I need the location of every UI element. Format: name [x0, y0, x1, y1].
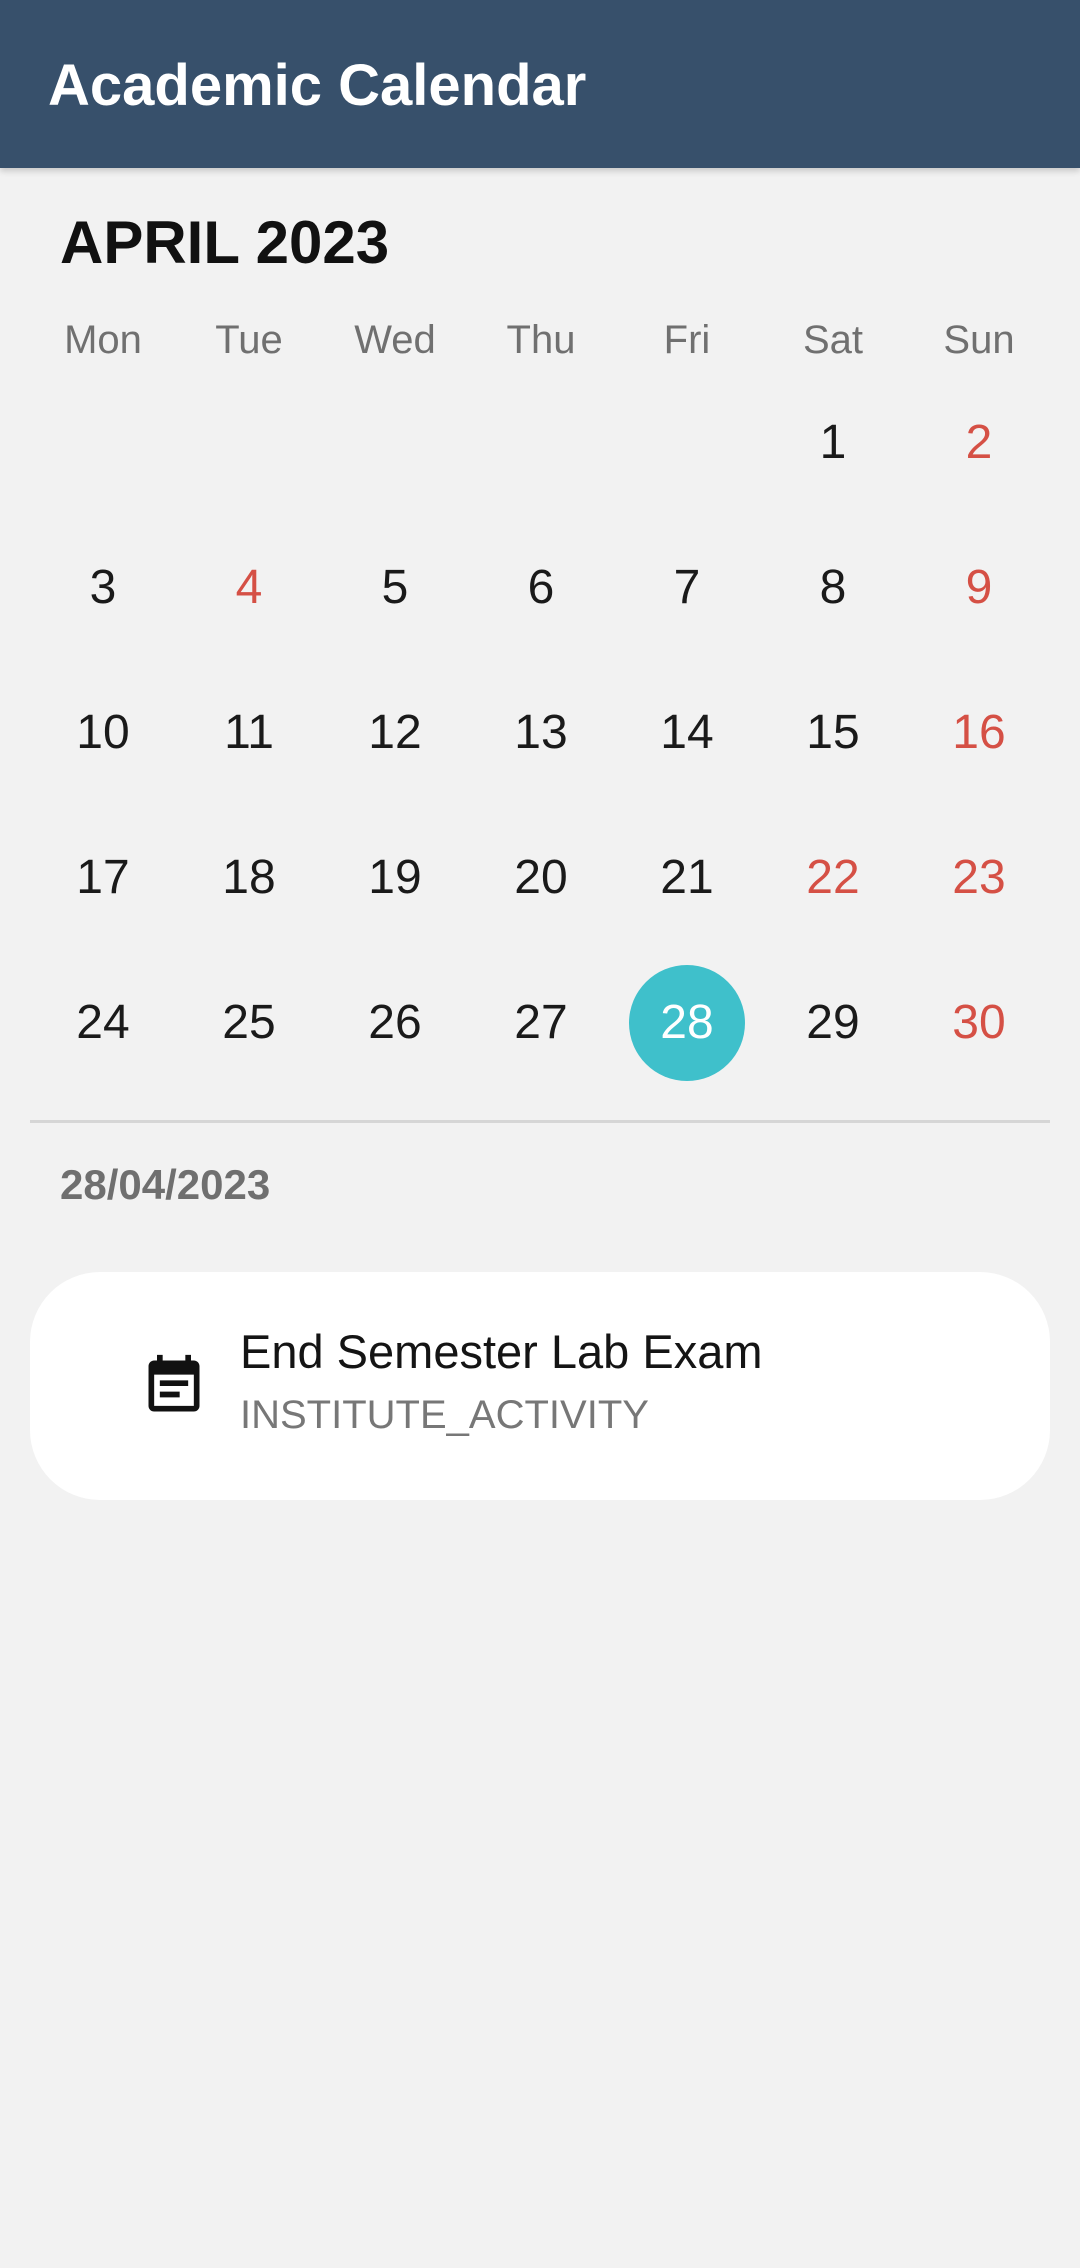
empty-day-cell	[322, 370, 468, 515]
day-number[interactable]: 1	[775, 385, 891, 501]
day-number[interactable]: 26	[337, 965, 453, 1081]
day-cell[interactable]: 13	[468, 660, 614, 805]
day-cell[interactable]: 7	[614, 515, 760, 660]
day-number[interactable]: 30	[921, 965, 1037, 1081]
day-number[interactable]: 6	[483, 530, 599, 646]
day-cell[interactable]: 20	[468, 805, 614, 950]
day-cell[interactable]: 11	[176, 660, 322, 805]
month-title: APRIL 2023	[60, 209, 390, 276]
day-cell[interactable]: 9	[906, 515, 1052, 660]
event-card[interactable]: End Semester Lab Exam INSTITUTE_ACTIVITY	[30, 1272, 1050, 1500]
day-number[interactable]: 25	[191, 965, 307, 1081]
day-number[interactable]: 27	[483, 965, 599, 1081]
day-number[interactable]: 14	[629, 675, 745, 791]
day-number[interactable]: 29	[775, 965, 891, 1081]
app-title: Academic Calendar	[48, 53, 587, 118]
day-cell[interactable]: 29	[760, 950, 906, 1095]
event-type: INSTITUTE_ACTIVITY	[240, 1393, 649, 1437]
day-cell[interactable]: 14	[614, 660, 760, 805]
empty-day-cell	[614, 370, 760, 515]
day-number[interactable]: 24	[45, 965, 161, 1081]
day-cell[interactable]: 26	[322, 950, 468, 1095]
weekday-label: Wed	[354, 318, 436, 362]
day-number[interactable]: 15	[775, 675, 891, 791]
day-number[interactable]: 11	[191, 675, 307, 791]
empty-day-cell	[30, 370, 176, 515]
day-cell[interactable]: 15	[760, 660, 906, 805]
day-cell[interactable]: 8	[760, 515, 906, 660]
day-cell[interactable]: 16	[906, 660, 1052, 805]
day-number[interactable]: 20	[483, 820, 599, 936]
day-number[interactable]: 21	[629, 820, 745, 936]
event-note-icon	[148, 1354, 200, 1412]
day-number[interactable]: 23	[921, 820, 1037, 936]
day-number[interactable]: 4	[191, 530, 307, 646]
weekday-label: Fri	[663, 318, 711, 362]
calendar-days-grid: 1 2 3 4 5 6 7 8 9 10 11 12 13 14 15 16 17 18 19 20 21 22 23 24 2…	[30, 370, 1052, 1095]
day-cell[interactable]: 30	[906, 950, 1052, 1095]
day-number[interactable]: 3	[45, 530, 161, 646]
weekday-header-row: Mon Tue Wed Thu Fri Sat Sun	[30, 312, 1052, 368]
day-number[interactable]: 5	[337, 530, 453, 646]
divider	[30, 1120, 1050, 1123]
day-cell[interactable]: 10	[30, 660, 176, 805]
day-cell[interactable]: 27	[468, 950, 614, 1095]
day-cell[interactable]: 24	[30, 950, 176, 1095]
selected-date-label: 28/04/2023	[60, 1161, 271, 1208]
day-cell[interactable]: 6	[468, 515, 614, 660]
day-number[interactable]: 10	[45, 675, 161, 791]
day-number[interactable]: 18	[191, 820, 307, 936]
empty-day-cell	[468, 370, 614, 515]
day-cell[interactable]: 23	[906, 805, 1052, 950]
day-cell[interactable]: 2	[906, 370, 1052, 515]
day-number[interactable]: 12	[337, 675, 453, 791]
weekday-label: Thu	[506, 318, 576, 362]
day-number[interactable]: 13	[483, 675, 599, 791]
day-number[interactable]: 2	[921, 385, 1037, 501]
empty-day-cell	[176, 370, 322, 515]
day-cell[interactable]: 22	[760, 805, 906, 950]
day-number[interactable]: 19	[337, 820, 453, 936]
day-number[interactable]: 9	[921, 530, 1037, 646]
day-cell[interactable]: 28	[614, 950, 760, 1095]
day-cell[interactable]: 17	[30, 805, 176, 950]
day-cell[interactable]: 3	[30, 515, 176, 660]
day-number[interactable]: 17	[45, 820, 161, 936]
weekday-label: Tue	[215, 318, 283, 362]
weekday-label: Mon	[64, 318, 142, 362]
day-cell[interactable]: 21	[614, 805, 760, 950]
day-cell[interactable]: 5	[322, 515, 468, 660]
day-cell[interactable]: 19	[322, 805, 468, 950]
selected-day-number[interactable]: 28	[629, 964, 745, 1081]
day-number[interactable]: 8	[775, 530, 891, 646]
day-cell[interactable]: 18	[176, 805, 322, 950]
day-number[interactable]: 22	[775, 820, 891, 936]
event-title: End Semester Lab Exam	[240, 1325, 763, 1378]
day-number[interactable]: 7	[629, 530, 745, 646]
day-number[interactable]: 16	[921, 675, 1037, 791]
app-bar: Academic Calendar	[0, 0, 1080, 168]
day-cell[interactable]: 12	[322, 660, 468, 805]
day-cell[interactable]: 1	[760, 370, 906, 515]
day-cell[interactable]: 4	[176, 515, 322, 660]
weekday-label: Sun	[943, 318, 1015, 362]
day-cell[interactable]: 25	[176, 950, 322, 1095]
weekday-label: Sat	[802, 318, 864, 362]
